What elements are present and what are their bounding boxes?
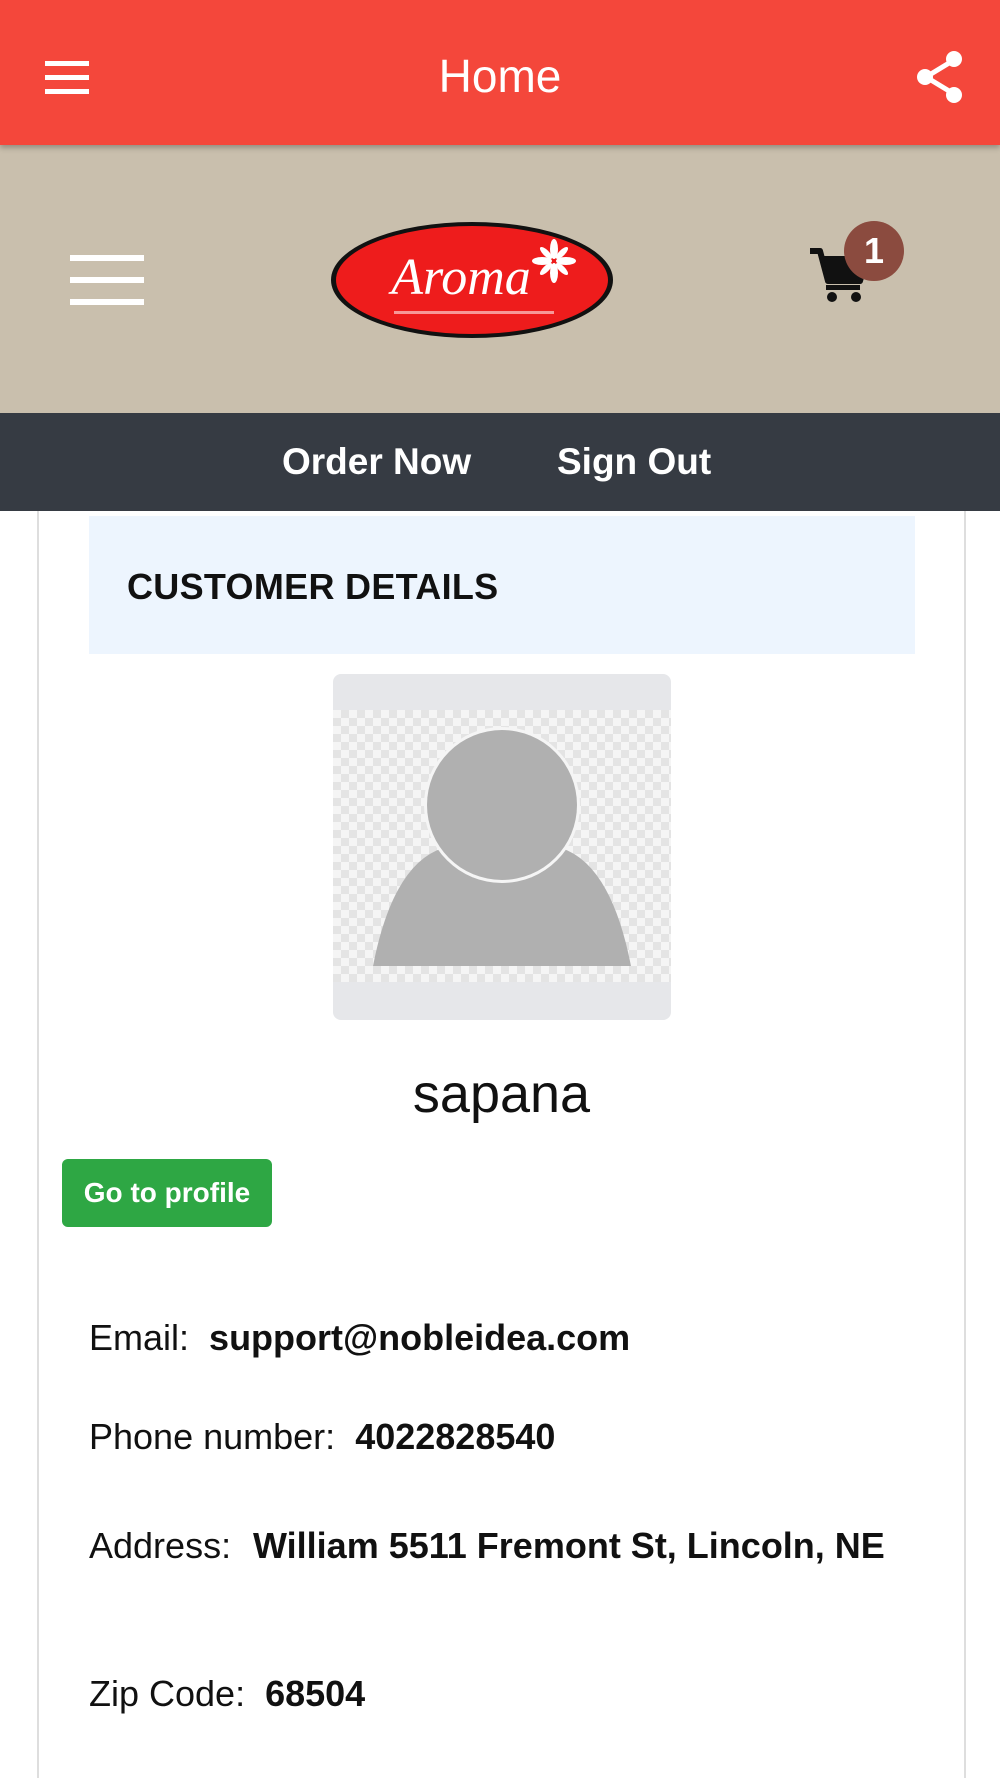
phone-row: Phone number: 4022828540	[89, 1407, 555, 1467]
email-label: Email:	[89, 1317, 190, 1358]
go-to-profile-button[interactable]: Go to profile	[62, 1159, 272, 1227]
app-screen: Home Aroma 1 Order Now Sign Out CUSTOMER…	[0, 0, 1000, 1778]
email-row: Email: support@nobleidea.com	[89, 1308, 630, 1368]
page-title: Home	[438, 50, 562, 102]
main-nav: Order Now Sign Out	[0, 413, 1000, 511]
section-title: CUSTOMER DETAILS	[127, 566, 499, 607]
zip-row: Zip Code: 68504	[89, 1664, 365, 1724]
order-now-link[interactable]: Order Now	[282, 413, 471, 511]
address-value: William 5511 Fremont St, Lincoln, NE	[253, 1525, 885, 1566]
user-name: sapana	[412, 1064, 591, 1124]
cart-count-badge: 1	[844, 221, 904, 281]
address-label: Address:	[89, 1525, 232, 1566]
phone-value: 4022828540	[355, 1416, 556, 1457]
user-placeholder-icon	[333, 674, 671, 1020]
sign-out-link[interactable]: Sign Out	[557, 413, 711, 511]
site-menu-icon[interactable]	[70, 255, 144, 305]
aroma-logo[interactable]: Aroma	[328, 219, 616, 341]
app-bar: Home	[0, 0, 1000, 145]
share-icon[interactable]	[912, 48, 970, 106]
zip-label: Zip Code:	[89, 1673, 246, 1714]
logo-text: Aroma	[388, 249, 531, 306]
zip-value: 68504	[265, 1673, 366, 1714]
phone-label: Phone number:	[89, 1416, 336, 1457]
customer-details-card: CUSTOMER DETAILS sapana Go to profile Em…	[37, 511, 966, 1778]
site-header: Aroma 1	[0, 145, 1000, 413]
section-header: CUSTOMER DETAILS	[89, 516, 915, 654]
email-value: support@nobleidea.com	[209, 1317, 631, 1358]
